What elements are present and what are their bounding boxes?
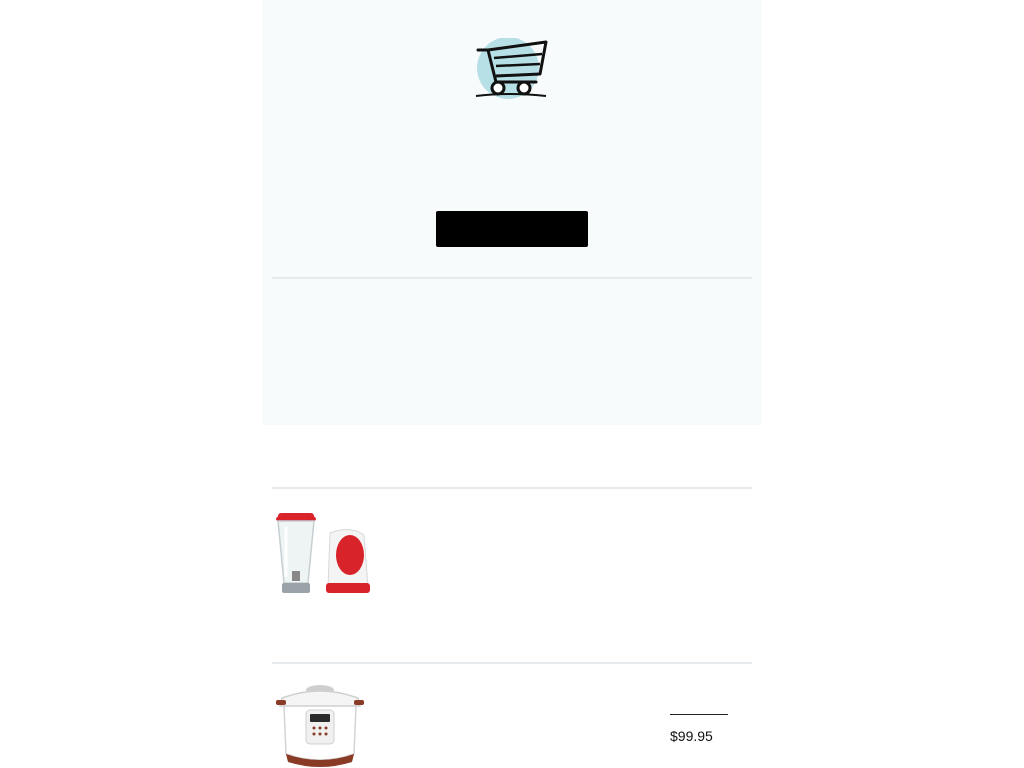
price-separator	[670, 714, 728, 715]
shopping-cart-icon	[474, 37, 550, 100]
product-row-pressure-cooker	[272, 664, 752, 768]
continue-shopping-button[interactable]	[436, 211, 588, 247]
pressure-cooker-image[interactable]	[272, 678, 372, 768]
page: $99.95	[0, 0, 1024, 768]
divider	[272, 277, 752, 279]
blender-image[interactable]	[272, 497, 372, 597]
product-row-blender	[272, 489, 752, 662]
product-price: $99.95	[670, 728, 713, 744]
